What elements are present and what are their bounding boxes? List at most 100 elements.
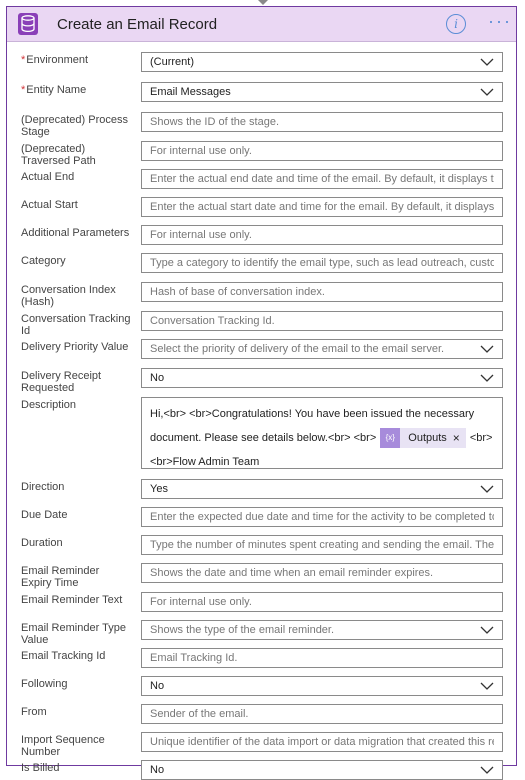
more-options-icon[interactable]: ··· — [488, 12, 512, 32]
token-remove-icon[interactable]: × — [453, 430, 460, 446]
text-input-field[interactable]: Email Tracking Id. — [141, 648, 503, 668]
chevron-down-icon[interactable] — [480, 55, 494, 69]
field-label: Conversation Tracking Id — [21, 313, 131, 337]
card-header[interactable]: Create an Email Record i ··· — [7, 7, 516, 42]
field-label-text: Email Reminder Expiry Time — [21, 565, 100, 589]
field-label-text: Category — [21, 255, 66, 267]
text-input-field[interactable]: Type the number of minutes spent creatin… — [141, 535, 503, 555]
field-label-text: Delivery Receipt Requested — [21, 370, 102, 394]
dropdown-field[interactable]: No — [141, 368, 503, 388]
text-input-field[interactable]: Enter the actual end date and time of th… — [141, 169, 503, 189]
field-label: From — [21, 706, 131, 718]
field-placeholder: Shows the type of the email reminder. — [150, 623, 335, 636]
chevron-down-icon[interactable] — [480, 371, 494, 385]
field-label: Category — [21, 255, 131, 267]
dropdown-field[interactable]: Yes — [141, 479, 503, 499]
field-label-text: Email Tracking Id — [21, 650, 106, 662]
description-line: <br>Flow Admin Team — [150, 456, 260, 468]
token-label: Outputs — [408, 432, 447, 444]
text-input-field[interactable]: For internal use only. — [141, 225, 503, 245]
field-label-text: Additional Parameters — [21, 227, 130, 239]
text-input-field[interactable]: Type a category to identify the email ty… — [141, 253, 503, 273]
field-label: Email Reminder Type Value — [21, 622, 131, 646]
field-label-text: Entity Name — [26, 84, 87, 96]
dropdown-field[interactable]: Email Messages — [141, 82, 503, 102]
field-label-text: Import Sequence Number — [21, 734, 105, 758]
field-label: Due Date — [21, 509, 131, 521]
field-label: Additional Parameters — [21, 227, 131, 239]
text-input-field[interactable]: For internal use only. — [141, 141, 503, 161]
field-placeholder: Enter the expected due date and time for… — [150, 510, 494, 523]
description-line: document. Please see details below.<br> … — [150, 432, 377, 444]
field-label: Email Tracking Id — [21, 650, 131, 662]
field-label-text: Description — [21, 399, 77, 411]
chevron-down-icon[interactable] — [480, 482, 494, 496]
field-label-text: Conversation Index (Hash) — [21, 284, 116, 308]
chevron-down-icon[interactable] — [480, 763, 494, 777]
text-input-field[interactable]: Shows the date and time when an email re… — [141, 563, 503, 583]
field-label: Following — [21, 678, 131, 690]
dropdown-field[interactable]: Select the priority of delivery of the e… — [141, 339, 503, 359]
field-placeholder: Sender of the email. — [150, 707, 249, 720]
field-label-text: Email Reminder Type Value — [21, 622, 126, 646]
text-input-field[interactable]: Unique identifier of the data import or … — [141, 732, 503, 752]
dropdown-field[interactable]: No — [141, 760, 503, 780]
text-input-field[interactable]: Sender of the email. — [141, 704, 503, 724]
field-label: *Entity Name — [21, 84, 131, 96]
field-placeholder: For internal use only. — [150, 228, 252, 241]
field-value: (Current) — [150, 55, 195, 68]
connector-arrow — [257, 0, 268, 5]
dropdown-field[interactable]: (Current) — [141, 52, 503, 72]
field-placeholder: Type a category to identify the email ty… — [150, 256, 494, 269]
field-label-text: Duration — [21, 537, 63, 549]
field-placeholder: Enter the actual end date and time of th… — [150, 172, 494, 185]
field-placeholder: Shows the ID of the stage. — [150, 115, 280, 128]
field-placeholder: For internal use only. — [150, 595, 252, 608]
text-input-field[interactable]: Enter the expected due date and time for… — [141, 507, 503, 527]
dropdown-field[interactable]: Shows the type of the email reminder. — [141, 620, 503, 640]
field-label-text: Actual End — [21, 171, 75, 183]
expression-icon: {x} — [380, 428, 401, 448]
info-icon[interactable]: i — [446, 14, 467, 34]
field-placeholder: For internal use only. — [150, 144, 252, 157]
field-label-text: (Deprecated) Traversed Path — [21, 143, 96, 167]
text-input-field[interactable]: Shows the ID of the stage. — [141, 112, 503, 132]
field-label: Description — [21, 399, 131, 411]
field-value: No — [150, 679, 165, 692]
field-value: Email Messages — [150, 85, 231, 98]
field-placeholder: Shows the date and time when an email re… — [150, 566, 434, 579]
text-input-field[interactable]: Hash of base of conversation index. — [141, 282, 503, 302]
dropdown-field[interactable]: No — [141, 676, 503, 696]
field-label: Is Billed — [21, 762, 131, 774]
field-label: Email Reminder Expiry Time — [21, 565, 131, 589]
field-label-text: Following — [21, 678, 68, 690]
outputs-token[interactable]: {x} Outputs × — [380, 428, 466, 448]
text-input-field[interactable]: For internal use only. — [141, 592, 503, 612]
required-marker: * — [21, 84, 26, 96]
field-label-text: Email Reminder Text — [21, 594, 123, 606]
field-label-text: Is Billed — [21, 762, 60, 774]
field-value: No — [150, 371, 165, 384]
description-line: <br> — [469, 432, 493, 444]
chevron-down-icon[interactable] — [480, 623, 494, 637]
field-placeholder: Enter the actual start date and time for… — [150, 200, 494, 213]
field-label: Import Sequence Number — [21, 734, 131, 758]
field-label-text: Direction — [21, 481, 65, 493]
text-input-field[interactable]: Enter the actual start date and time for… — [141, 197, 503, 217]
field-placeholder: Conversation Tracking Id. — [150, 314, 275, 327]
chevron-down-icon[interactable] — [480, 85, 494, 99]
text-input-field[interactable]: Conversation Tracking Id. — [141, 311, 503, 331]
field-label: Email Reminder Text — [21, 594, 131, 606]
field-label-text: From — [21, 706, 47, 718]
chevron-down-icon[interactable] — [480, 679, 494, 693]
field-label-text: (Deprecated) Process Stage — [21, 114, 128, 138]
field-placeholder: Unique identifier of the data import or … — [150, 735, 494, 748]
description-field[interactable]: Hi,<br> <br>Congratulations! You have be… — [141, 397, 503, 469]
field-label: Actual End — [21, 171, 131, 183]
field-placeholder: Select the priority of delivery of the e… — [150, 342, 445, 355]
chevron-down-icon[interactable] — [480, 342, 494, 356]
field-value: Yes — [150, 482, 168, 495]
description-line: Hi,<br> <br>Congratulations! You have be… — [150, 408, 475, 420]
field-label: Duration — [21, 537, 131, 549]
database-icon — [13, 7, 43, 41]
